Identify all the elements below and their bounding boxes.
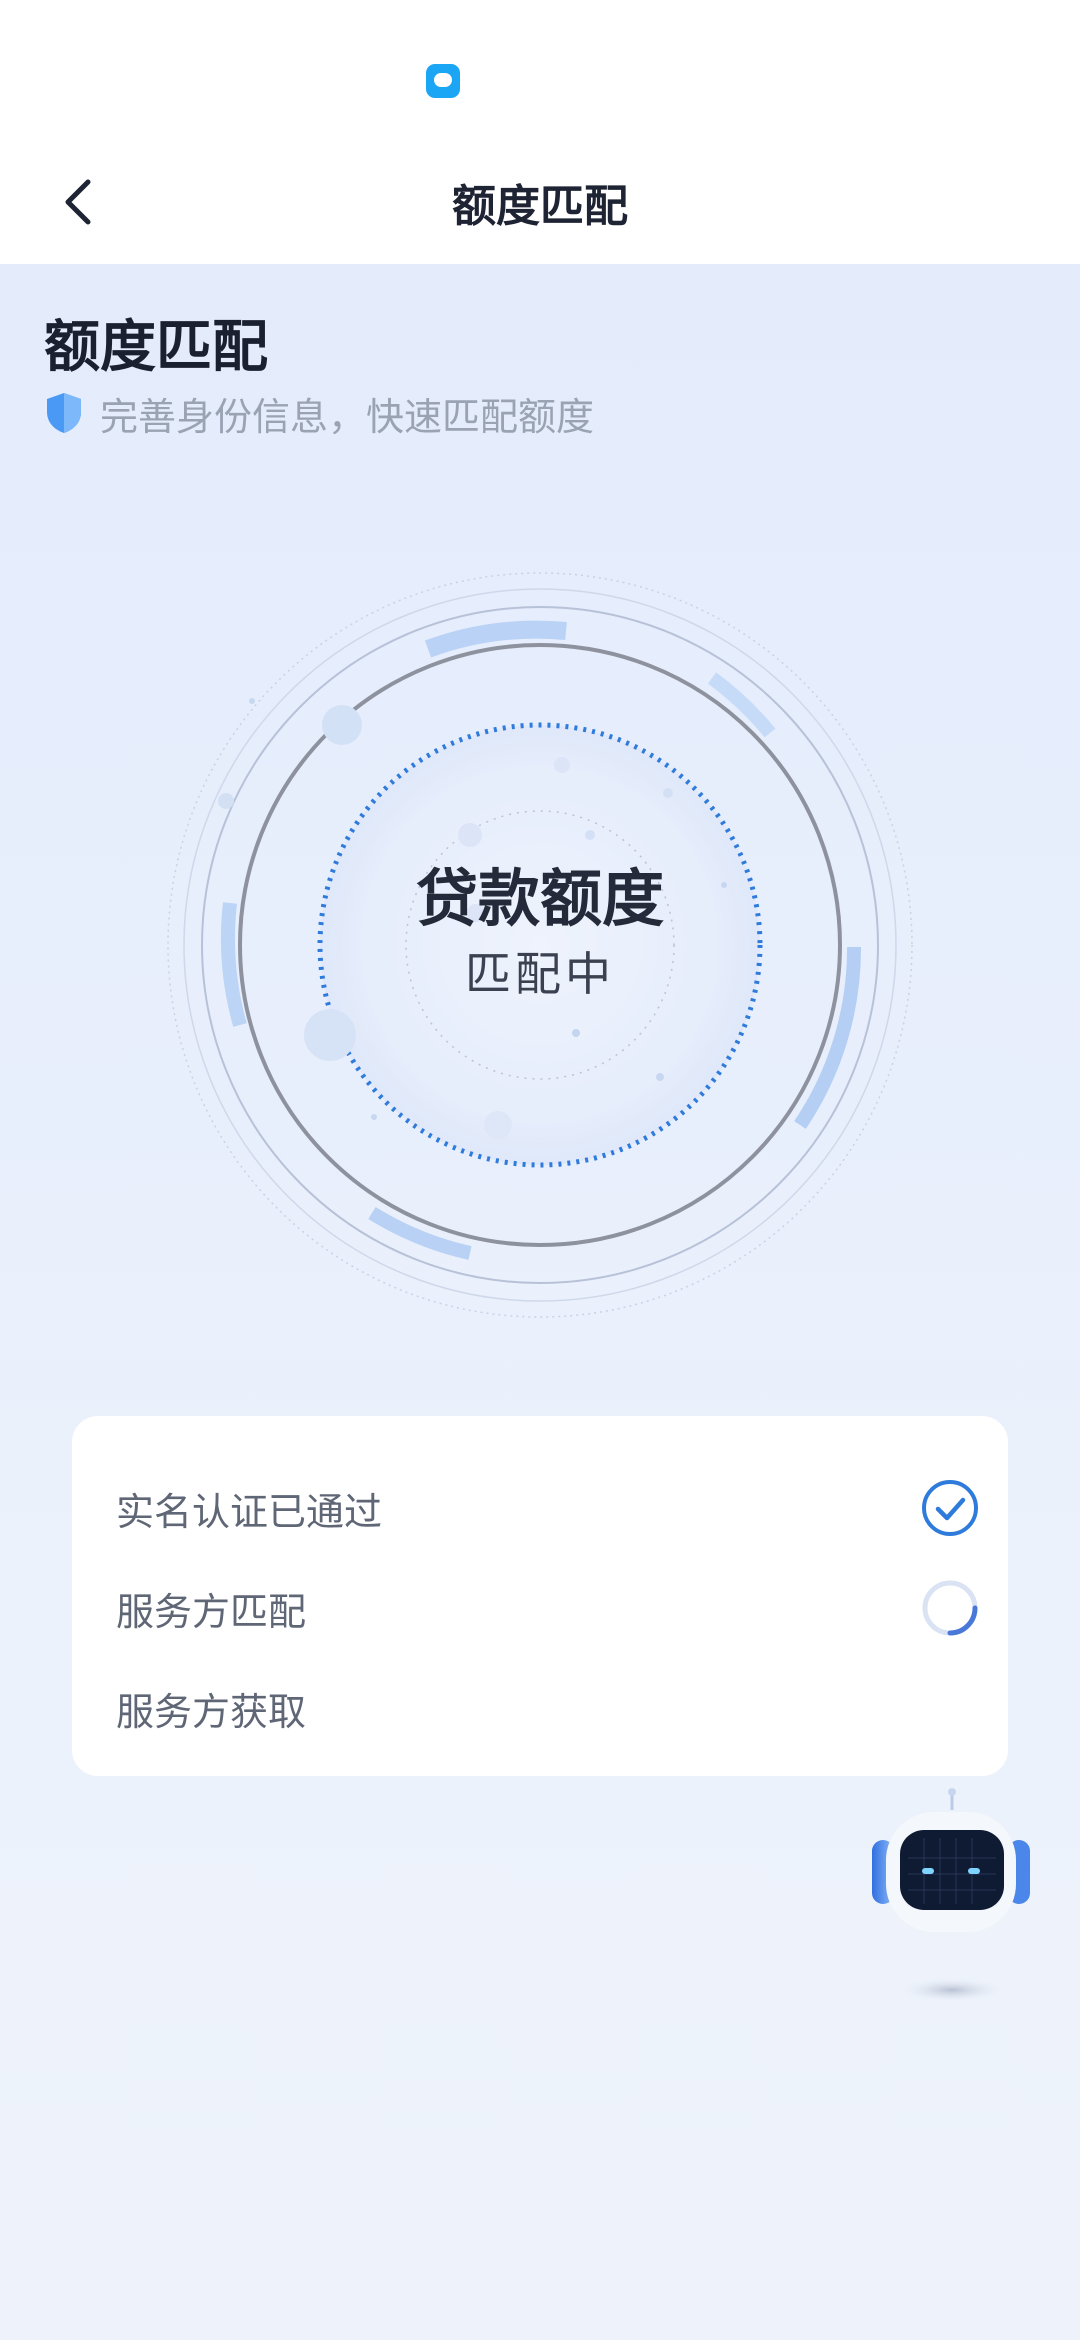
nav-title: 额度匹配 bbox=[452, 181, 628, 232]
step-label: 服务方获取 bbox=[116, 1689, 307, 1734]
nav-bar: 额度匹配 bbox=[0, 140, 1080, 264]
step-real-name: 实名认证已通过 bbox=[116, 1478, 978, 1538]
step-label: 实名认证已通过 bbox=[116, 1489, 383, 1534]
subtitle-row: 完善身份信息，快速匹配额度 bbox=[44, 388, 595, 439]
shield-icon bbox=[47, 393, 81, 433]
subtitle-text: 完善身份信息，快速匹配额度 bbox=[100, 394, 595, 439]
radar-status: 匹配中 bbox=[465, 947, 615, 1001]
step-service-obtain: 服务方获取 bbox=[116, 1678, 976, 1738]
chat-bubble-icon bbox=[426, 64, 460, 98]
loading-spinner-icon bbox=[922, 1580, 978, 1636]
status-bar bbox=[0, 0, 1080, 140]
check-circle-icon bbox=[922, 1480, 978, 1536]
progress-steps-card: 实名认证已通过 服务方匹配 服务方获取 bbox=[72, 1416, 1008, 1776]
step-label: 服务方匹配 bbox=[116, 1589, 307, 1634]
page-title: 额度匹配 bbox=[44, 315, 268, 380]
loan-match-page: 额度匹配 额度匹配 完善身份信息，快速匹配额度 贷款额度 匹配中 实名认证已通过… bbox=[0, 0, 1080, 2340]
radar-title: 贷款额度 bbox=[415, 862, 664, 935]
robot-assistant-icon bbox=[872, 1788, 1030, 2002]
assistant-robot-button[interactable] bbox=[864, 1782, 1034, 2012]
step-service-match: 服务方匹配 bbox=[116, 1578, 978, 1638]
